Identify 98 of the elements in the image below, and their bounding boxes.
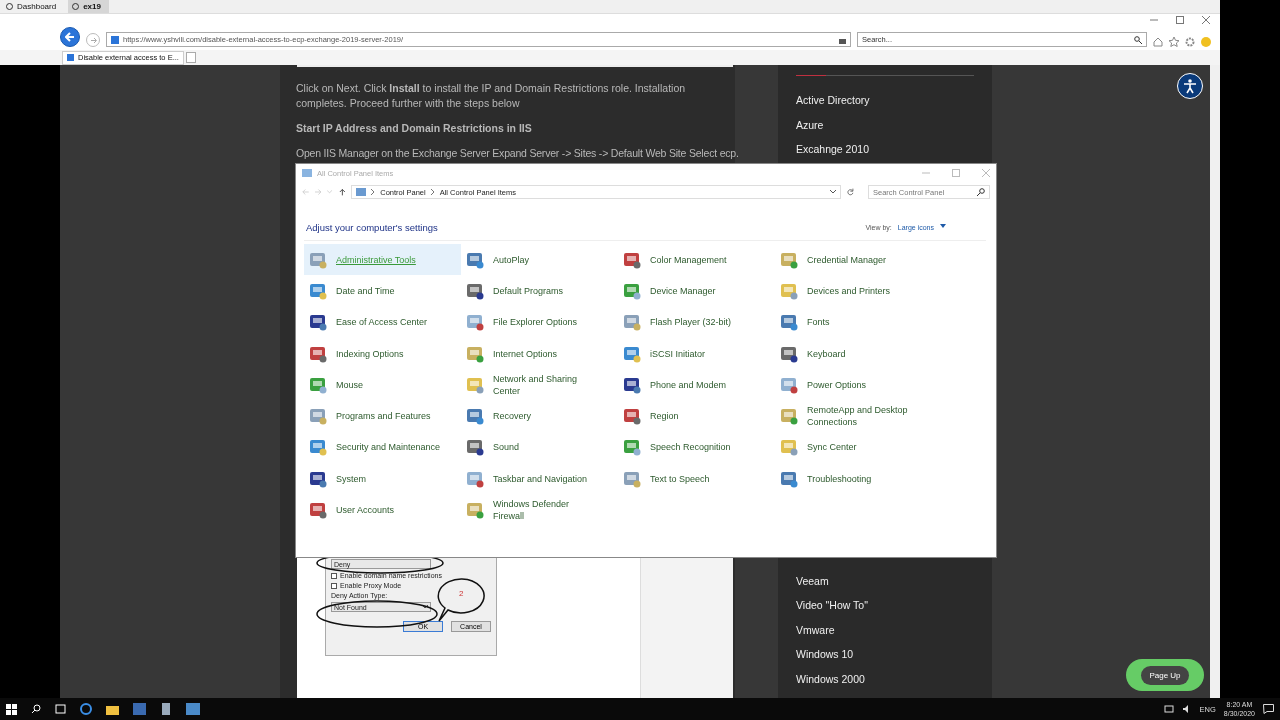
settings-item[interactable]: Speech Recognition <box>618 431 775 464</box>
search-icon <box>977 188 985 196</box>
paragraph: Click on Next. Click Install to install the IP and Domain Restrictions role. Installation completes. Proceed further with the steps below <box>296 81 687 111</box>
settings-item[interactable]: Color Management <box>618 244 775 276</box>
browser-icon[interactable] <box>80 703 92 715</box>
settings-item[interactable]: System <box>304 463 461 495</box>
page-icon <box>67 54 74 61</box>
section-heading: Start IP Address and Domain Restrictions in IIS <box>296 121 533 136</box>
forward-button[interactable] <box>86 33 100 47</box>
refresh-icon[interactable] <box>847 188 854 196</box>
settings-item[interactable]: Text to Speech <box>618 463 775 495</box>
paragraph: Open IIS Manager on the Exchange Server Expand Server -> Sites -> Default Web Site Select ecp. <box>296 146 739 161</box>
settings-item[interactable]: Mouse <box>304 369 461 401</box>
folder-icon[interactable] <box>106 703 119 715</box>
settings-item[interactable]: Phone and Modem <box>618 369 775 401</box>
settings-item[interactable]: Windows Defender Firewall <box>461 494 618 526</box>
browser-tab[interactable]: ex19 <box>68 0 109 13</box>
network-icon[interactable] <box>1163 704 1174 714</box>
settings-item[interactable]: iSCSI Initiator <box>618 337 775 370</box>
caret-icon[interactable] <box>940 223 946 228</box>
back-arrow-icon <box>65 32 75 42</box>
app-icon <box>308 437 328 458</box>
settings-item[interactable]: Indexing Options <box>304 337 461 370</box>
app-icon <box>465 500 485 520</box>
browser-tab[interactable]: Dashboard <box>2 0 65 13</box>
category-link[interactable]: Windows 2000 <box>796 666 974 691</box>
page-up-button[interactable]: Page Up <box>1126 659 1204 691</box>
settings-item[interactable]: Ease of Access Center <box>304 306 461 338</box>
control-panel-icon <box>356 188 367 196</box>
settings-item[interactable]: Device Manager <box>618 275 775 307</box>
app-icon <box>465 406 485 427</box>
caret-icon[interactable] <box>830 190 837 194</box>
close-icon[interactable] <box>1202 16 1210 24</box>
category-link[interactable]: Excahnge 2010 <box>796 137 974 162</box>
star-icon[interactable] <box>1169 37 1179 47</box>
settings-item[interactable]: Internet Options <box>461 337 618 370</box>
app-icon <box>465 312 485 333</box>
settings-item[interactable]: Default Programs <box>461 275 618 307</box>
app-icon <box>308 312 328 333</box>
scrollbar[interactable] <box>1210 65 1220 698</box>
category-link[interactable]: Active Directory <box>796 88 974 113</box>
app-icon <box>779 406 799 427</box>
settings-item[interactable]: Programs and Features <box>304 400 461 432</box>
home-icon[interactable] <box>1153 37 1163 47</box>
settings-item[interactable]: Taskbar and Navigation <box>461 463 618 495</box>
forward-arrow-icon <box>89 36 97 44</box>
server-icon[interactable] <box>160 703 172 715</box>
maximize-icon[interactable] <box>1176 16 1184 24</box>
search-icon[interactable] <box>31 704 41 714</box>
caret-icon <box>422 605 428 609</box>
search-icon <box>1134 35 1142 44</box>
page-heading: Adjust your computer's settings <box>306 221 438 233</box>
settings-item[interactable]: Sound <box>461 431 618 464</box>
category-link[interactable]: Azure <box>796 112 974 137</box>
tab-icon <box>6 3 13 10</box>
settings-item[interactable]: Recovery <box>461 400 618 432</box>
settings-item[interactable]: Keyboard <box>775 337 932 370</box>
app-icon <box>622 406 642 427</box>
callout-number: 2 <box>459 589 464 598</box>
settings-icon[interactable] <box>1185 37 1195 47</box>
settings-item[interactable]: RemoteApp and Desktop Connections <box>775 400 932 432</box>
settings-item[interactable]: File Explorer Options <box>461 306 618 338</box>
tab-icon <box>72 3 80 10</box>
settings-item[interactable]: Power Options <box>775 369 932 401</box>
chevron-icon <box>430 189 435 195</box>
category-link[interactable]: Video "How To" <box>796 593 974 618</box>
settings-item[interactable]: User Accounts <box>304 494 461 526</box>
settings-item[interactable]: Credential Manager <box>775 244 932 276</box>
page-icon <box>111 35 119 44</box>
settings-item[interactable]: Security and Maintenance <box>304 431 461 464</box>
category-link[interactable]: Veeam <box>796 568 974 593</box>
settings-item[interactable]: AutoPlay <box>461 244 618 276</box>
notification-icon[interactable] <box>1263 704 1274 714</box>
app-icon <box>779 312 799 333</box>
app-icon <box>308 500 328 520</box>
settings-item[interactable]: Network and Sharing Center <box>461 369 618 401</box>
chevron-icon <box>371 189 376 195</box>
settings-item[interactable]: Devices and Printers <box>775 275 932 307</box>
app-icon <box>622 312 642 333</box>
settings-item[interactable]: Fonts <box>775 306 932 338</box>
category-link[interactable]: Vmware <box>796 617 974 642</box>
settings-item[interactable]: Flash Player (32-bit) <box>618 306 775 338</box>
settings-item[interactable]: Date and Time <box>304 275 461 307</box>
new-tab-icon[interactable] <box>185 52 196 63</box>
up-arrow-icon[interactable] <box>338 188 346 196</box>
back-button[interactable] <box>60 27 80 47</box>
app-icon <box>308 406 328 427</box>
accessibility-icon <box>1182 78 1198 94</box>
settings-item[interactable]: Sync Center <box>775 431 932 464</box>
app-icon <box>779 437 799 458</box>
settings-item[interactable]: Region <box>618 400 775 432</box>
app-icon <box>465 437 485 458</box>
control-panel-icon <box>302 169 312 177</box>
task-view-icon[interactable] <box>55 704 66 714</box>
category-link[interactable]: Windows 10 <box>796 642 974 667</box>
settings-item[interactable]: Troubleshooting <box>775 463 932 495</box>
app-icon <box>622 437 642 458</box>
windows-logo-icon[interactable] <box>6 703 17 715</box>
